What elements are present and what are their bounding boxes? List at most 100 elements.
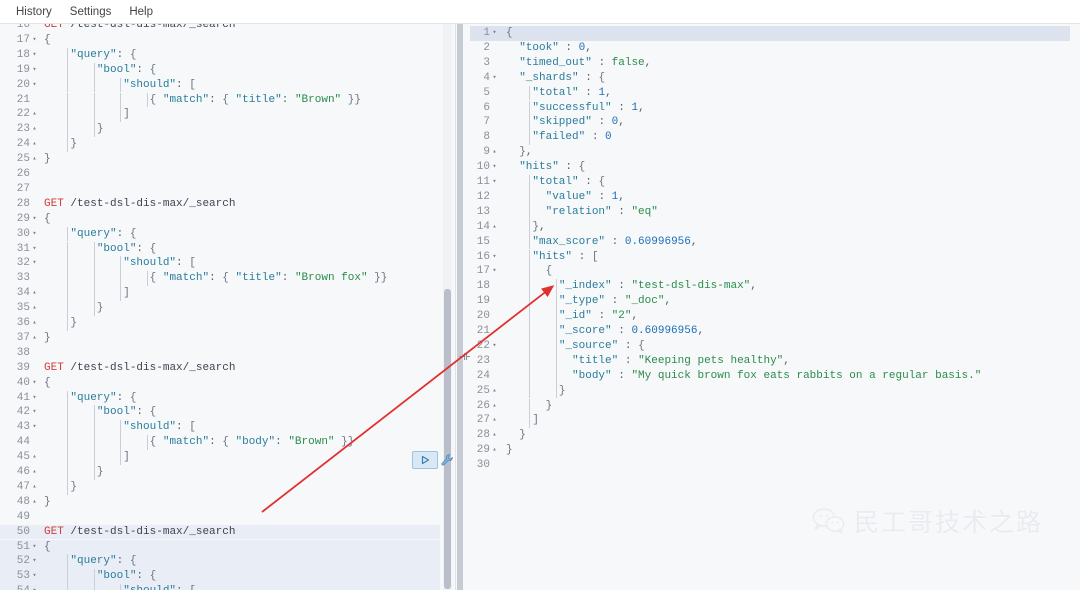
code-line[interactable]: 11 ▾ "total" : {: [470, 175, 1070, 190]
fold-toggle-icon[interactable]: ▾: [30, 63, 39, 78]
fold-toggle-icon[interactable]: ▴: [30, 286, 39, 301]
code-line[interactable]: 6 "successful" : 1,: [470, 100, 1070, 116]
fold-toggle-icon[interactable]: ▾: [30, 405, 39, 420]
code-line[interactable]: 20 ▾ "should": [: [0, 77, 440, 93]
code-line[interactable]: 52 ▾ "query": {: [0, 554, 440, 570]
code-line[interactable]: 2 "took" : 0,: [470, 41, 1070, 56]
code-line[interactable]: 17 ▾ {: [470, 264, 1070, 280]
code-line[interactable]: 24 "body" : "My quick brown fox eats rab…: [470, 368, 1070, 384]
code-line[interactable]: 37 ▴}: [0, 331, 440, 346]
code-line[interactable]: 49: [0, 510, 440, 525]
fold-toggle-icon[interactable]: ▾: [30, 584, 39, 590]
code-line[interactable]: 42 ▾ "bool": {: [0, 405, 440, 421]
fold-toggle-icon[interactable]: ▾: [30, 242, 39, 257]
fold-toggle-icon[interactable]: ▴: [490, 384, 499, 399]
code-line[interactable]: 30 ▾ "query": {: [0, 226, 440, 242]
code-line[interactable]: 4 ▾ "_shards" : {: [470, 71, 1070, 86]
code-line[interactable]: 21 "_score" : 0.60996956,: [470, 324, 1070, 339]
code-line[interactable]: 36 ▴ }: [0, 316, 440, 331]
fold-toggle-icon[interactable]: ▴: [30, 316, 39, 331]
code-line[interactable]: 20 "_id" : "2",: [470, 309, 1070, 324]
fold-toggle-icon[interactable]: ▾: [490, 339, 499, 354]
fold-toggle-icon[interactable]: ▾: [30, 376, 39, 391]
code-line[interactable]: 5 "total" : 1,: [470, 85, 1070, 101]
fold-toggle-icon[interactable]: ▴: [490, 413, 499, 428]
code-line[interactable]: 27: [0, 182, 440, 197]
code-line[interactable]: 28 GET /test-dsl-dis-max/_search: [0, 197, 440, 212]
code-line[interactable]: 28 ▴ }: [470, 428, 1070, 443]
code-line[interactable]: 33 { "match": { "title": "Brown fox" }}: [0, 271, 440, 287]
fold-toggle-icon[interactable]: ▾: [30, 212, 39, 227]
fold-toggle-icon[interactable]: ▴: [30, 480, 39, 495]
fold-toggle-icon[interactable]: ▴: [30, 331, 39, 346]
code-line[interactable]: 22 ▴ ]: [0, 107, 440, 123]
code-line[interactable]: 16 ▾ "hits" : [: [470, 249, 1070, 265]
fold-toggle-icon[interactable]: ▴: [30, 122, 39, 137]
code-line[interactable]: 53 ▾ "bool": {: [0, 569, 440, 585]
code-line[interactable]: 39 GET /test-dsl-dis-max/_search: [0, 361, 440, 376]
fold-toggle-icon[interactable]: ▾: [490, 71, 499, 86]
code-line[interactable]: 26 ▴ }: [470, 398, 1070, 414]
code-line[interactable]: 17 ▾ {: [0, 33, 440, 48]
fold-toggle-icon[interactable]: ▾: [30, 227, 39, 242]
code-line[interactable]: 13 "relation" : "eq": [470, 204, 1070, 220]
code-line[interactable]: 21 { "match": { "title": "Brown" }}: [0, 92, 440, 108]
code-line[interactable]: 34 ▴ ]: [0, 286, 440, 302]
code-line[interactable]: 45 ▴ ]: [0, 450, 440, 465]
code-line[interactable]: 23 ▴ }: [0, 122, 440, 138]
fold-toggle-icon[interactable]: ▴: [490, 399, 499, 414]
code-line[interactable]: 9 ▴ },: [470, 145, 1070, 160]
code-line[interactable]: 29 ▴}: [470, 443, 1070, 458]
code-line[interactable]: 44 { "match": { "body": "Brown" }}: [0, 435, 440, 451]
fold-toggle-icon[interactable]: ▾: [30, 78, 39, 93]
code-line[interactable]: 1 ▾ {: [470, 26, 1070, 41]
fold-toggle-icon[interactable]: ▴: [30, 152, 39, 167]
fold-toggle-icon[interactable]: ▾: [490, 26, 499, 41]
code-line[interactable]: 22 ▾ "_source" : {: [470, 338, 1070, 354]
code-line[interactable]: 12 "value" : 1,: [470, 189, 1070, 205]
code-line[interactable]: 14 ▴ },: [470, 219, 1070, 235]
fold-toggle-icon[interactable]: ▾: [490, 175, 499, 190]
code-line[interactable]: 32 ▾ "should": [: [0, 256, 440, 272]
code-line[interactable]: 15 "max_score" : 0.60996956,: [470, 234, 1070, 250]
fold-toggle-icon[interactable]: ▾: [490, 250, 499, 265]
splitter-scrollbar-thumb[interactable]: [457, 24, 463, 590]
fold-toggle-icon[interactable]: ▾: [30, 391, 39, 406]
code-line[interactable]: 38: [0, 346, 440, 361]
code-line[interactable]: 26: [0, 167, 440, 182]
fold-toggle-icon[interactable]: ▴: [30, 137, 39, 152]
fold-toggle-icon[interactable]: ▾: [30, 540, 39, 555]
fold-toggle-icon[interactable]: ▴: [490, 428, 499, 443]
menu-item-help[interactable]: Help: [120, 3, 162, 21]
menu-item-history[interactable]: History: [7, 3, 61, 21]
fold-toggle-icon[interactable]: ▴: [490, 145, 499, 160]
code-line[interactable]: 50 GET /test-dsl-dis-max/_search: [0, 524, 440, 540]
code-line[interactable]: 19 "_type" : "_doc",: [470, 294, 1070, 310]
code-line[interactable]: 43 ▾ "should": [: [0, 420, 440, 436]
fold-toggle-icon[interactable]: ▾: [30, 33, 39, 48]
code-line[interactable]: 8 "failed" : 0: [470, 130, 1070, 146]
code-line[interactable]: 23 "title" : "Keeping pets healthy",: [470, 353, 1070, 369]
code-line[interactable]: 7 "skipped" : 0,: [470, 115, 1070, 131]
code-line[interactable]: 29 ▾ {: [0, 212, 440, 227]
code-line[interactable]: 25 ▴}: [0, 152, 440, 167]
code-line[interactable]: 47 ▴ }: [0, 479, 440, 495]
fold-toggle-icon[interactable]: ▴: [30, 450, 39, 465]
fold-toggle-icon[interactable]: ▾: [30, 420, 39, 435]
fold-toggle-icon[interactable]: ▾: [30, 48, 39, 63]
code-line[interactable]: 24 ▴ }: [0, 137, 440, 153]
code-line[interactable]: 27 ▴ ]: [470, 413, 1070, 429]
code-line[interactable]: 51 ▾ {: [0, 539, 440, 555]
fold-toggle-icon[interactable]: ▴: [30, 107, 39, 122]
code-line[interactable]: 18 ▾ "query": {: [0, 47, 440, 63]
menu-item-settings[interactable]: Settings: [61, 3, 121, 21]
run-query-button[interactable]: [412, 451, 438, 469]
fold-toggle-icon[interactable]: ▾: [490, 160, 499, 175]
auto-indent-button[interactable]: [440, 453, 454, 467]
code-line[interactable]: 54▾ "should": [: [0, 584, 440, 590]
fold-toggle-icon[interactable]: ▴: [30, 495, 39, 510]
editor-scrollbar-thumb[interactable]: [444, 289, 451, 589]
fold-toggle-icon[interactable]: ▾: [30, 569, 39, 584]
code-line[interactable]: 30: [470, 458, 1070, 473]
code-line[interactable]: 48 ▴}: [0, 495, 440, 510]
